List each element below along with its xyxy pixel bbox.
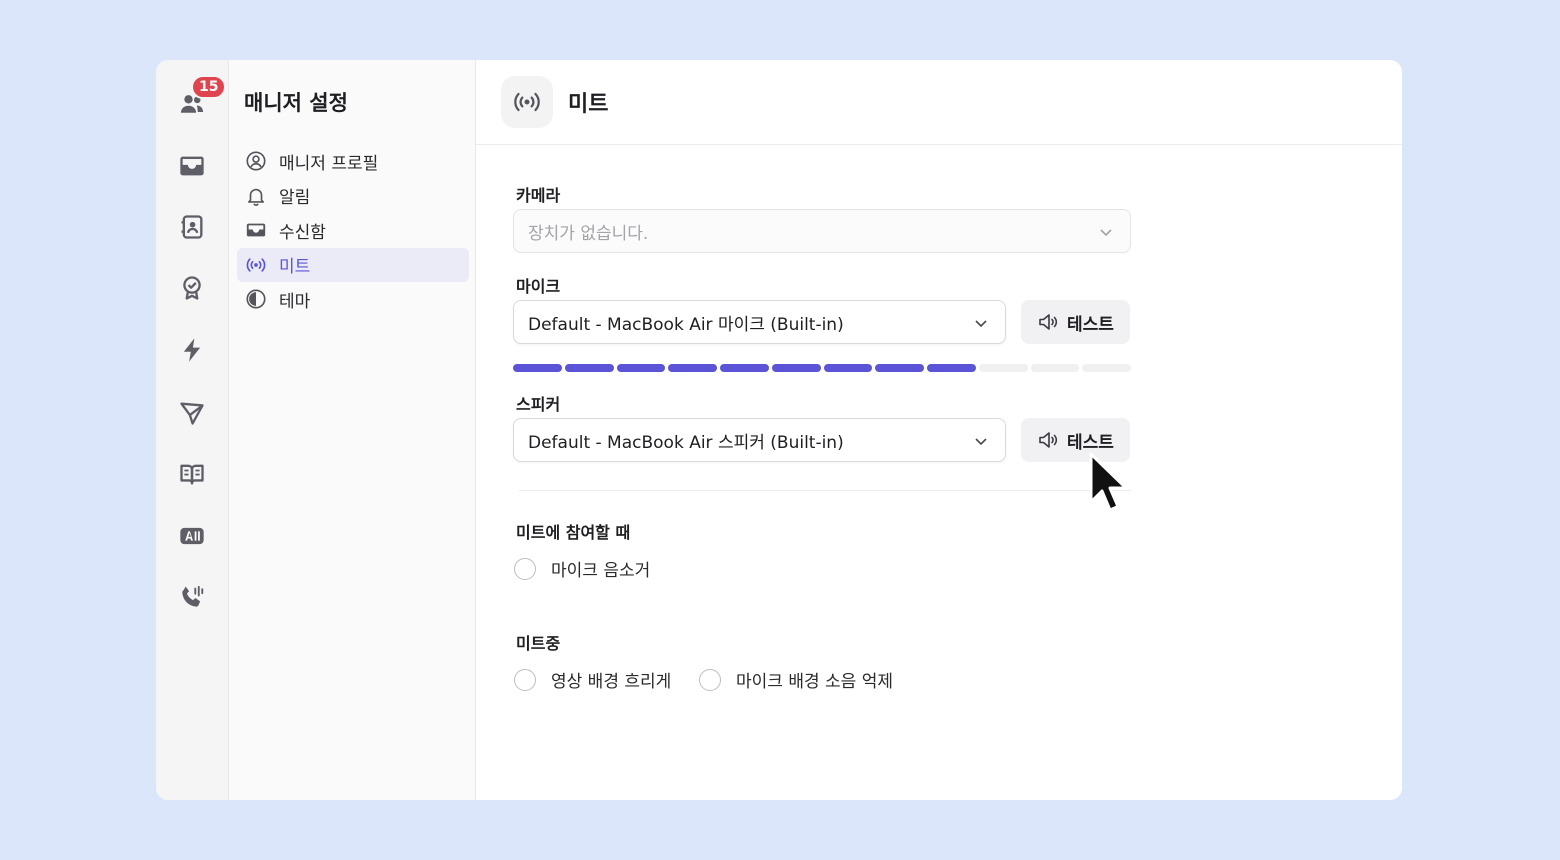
rail-badge-button[interactable] (172, 268, 212, 308)
camera-select-placeholder: 장치가 없습니다. (528, 223, 649, 244)
mic-level-segment (513, 364, 562, 372)
icon-rail (156, 60, 229, 800)
rail-docs-button[interactable] (172, 454, 212, 494)
chevron-down-icon (1100, 229, 1112, 237)
inbox-icon (180, 156, 204, 176)
mic-level-segment (875, 364, 924, 372)
theme-icon (246, 289, 266, 309)
speaker-label: 스피커 (516, 395, 561, 414)
broadcast-icon (246, 257, 266, 272)
rail-phone-button[interactable] (172, 577, 212, 617)
speaker-select[interactable]: Default - MacBook Air 스피커 (Built-in) (513, 418, 1006, 462)
mic-level-segment (927, 364, 976, 372)
page-header: 미트 (476, 60, 1402, 145)
meet-settings-panel: 미트 카메라 장치가 없습니다. 마이크 Default - MacBook A… (476, 60, 1402, 800)
bolt-icon (183, 338, 201, 362)
rail-send-button[interactable] (172, 393, 212, 433)
rail-ai-button[interactable] (172, 516, 212, 556)
badge-icon (183, 276, 201, 300)
inbox-icon (246, 223, 266, 237)
mouse-cursor-icon (1089, 452, 1128, 512)
sidebar-item-label: 수신함 (279, 222, 326, 243)
mic-select-value: Default - MacBook Air 마이크 (Built-in) (528, 314, 844, 335)
rail-automation-button[interactable] (172, 330, 212, 370)
mic-level-meter (513, 364, 1131, 372)
settings-nav: 매니저 프로필 알림 수신함 미트 테마 (237, 144, 469, 317)
mic-level-segment (823, 364, 873, 372)
sidebar-item-theme[interactable]: 테마 (237, 282, 469, 316)
send-icon (180, 402, 204, 425)
mute-mic-checkbox[interactable]: 마이크 음소거 (514, 556, 650, 581)
phone-icon (182, 585, 204, 607)
book-icon (180, 464, 204, 485)
sidebar-item-label: 매니저 프로필 (279, 153, 379, 174)
app-window: 매니저 설정 매니저 프로필 알림 수신함 미트 테마 미트 카메라 장치가 없… (156, 60, 1402, 800)
user-circle-icon (246, 151, 266, 171)
mic-level-segment (1030, 364, 1080, 372)
speaker-icon (1039, 432, 1058, 448)
section-divider (519, 490, 1131, 491)
mic-level-segment (564, 364, 614, 372)
broadcast-icon (514, 92, 540, 112)
mic-test-label: 테스트 (1067, 314, 1114, 335)
settings-sidebar: 매니저 설정 매니저 프로필 알림 수신함 미트 테마 (229, 60, 476, 800)
camera-select[interactable]: 장치가 없습니다. (513, 209, 1131, 253)
checkbox-label: 마이크 배경 소음 억제 (736, 672, 893, 692)
checkbox-circle[interactable] (514, 557, 536, 580)
mic-test-button[interactable]: 테스트 (1021, 300, 1130, 344)
mic-label: 마이크 (516, 277, 561, 296)
join-section-label: 미트에 참여할 때 (516, 523, 631, 542)
camera-label: 카메라 (516, 186, 561, 205)
checkbox-circle[interactable] (699, 668, 721, 691)
chevron-down-icon (975, 438, 987, 446)
sidebar-title: 매니저 설정 (244, 91, 348, 115)
page-title: 미트 (568, 92, 609, 117)
sidebar-item-inbox[interactable]: 수신함 (237, 213, 469, 247)
notification-badge: 15 (191, 75, 227, 99)
speaker-test-label: 테스트 (1067, 432, 1114, 453)
during-section-label: 미트중 (516, 634, 561, 653)
blur-background-checkbox[interactable]: 영상 배경 흐리게 (514, 667, 671, 692)
ai-icon (180, 527, 204, 545)
mic-level-segment (1082, 364, 1131, 372)
rail-contacts-button[interactable] (172, 207, 212, 247)
mic-level-segment (771, 364, 821, 372)
mic-level-segment (720, 364, 769, 372)
contacts-icon (181, 215, 203, 239)
sidebar-item-label: 미트 (279, 257, 311, 277)
bell-icon (248, 188, 264, 206)
sidebar-item-notifications[interactable]: 알림 (237, 179, 469, 213)
mic-level-segment (668, 364, 717, 372)
rail-inbox-button[interactable] (172, 146, 212, 186)
chevron-down-icon (975, 320, 987, 328)
sidebar-item-meet[interactable]: 미트 (237, 247, 469, 282)
checkbox-label: 마이크 음소거 (551, 561, 651, 581)
checkbox-circle[interactable] (514, 668, 536, 691)
sidebar-item-label: 테마 (279, 291, 311, 312)
mic-select[interactable]: Default - MacBook Air 마이크 (Built-in) (513, 300, 1006, 344)
checkbox-label: 영상 배경 흐리게 (551, 672, 672, 692)
speaker-icon (1039, 314, 1058, 330)
sidebar-item-label: 알림 (279, 188, 311, 208)
noise-suppression-checkbox[interactable]: 마이크 배경 소음 억제 (699, 667, 893, 692)
mic-level-segment (616, 364, 666, 372)
header-icon-tile (501, 76, 553, 128)
speaker-select-value: Default - MacBook Air 스피커 (Built-in) (528, 432, 844, 453)
mic-level-segment (978, 364, 1028, 372)
sidebar-item-profile[interactable]: 매니저 프로필 (237, 144, 469, 178)
